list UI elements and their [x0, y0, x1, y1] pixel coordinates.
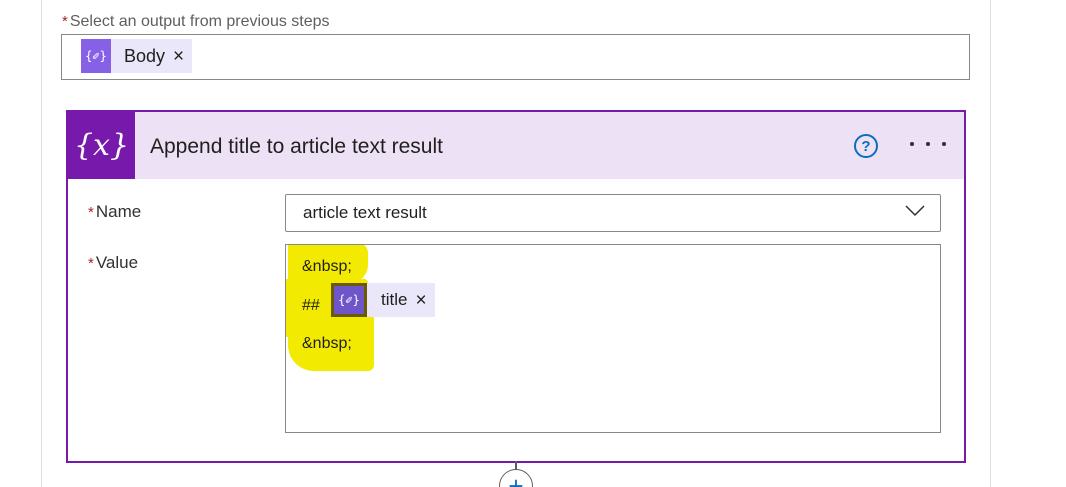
- help-icon[interactable]: ?: [854, 134, 878, 158]
- body-token[interactable]: {✐} Body ×: [81, 39, 193, 73]
- select-output-label-text: Select an output from previous steps: [69, 13, 330, 30]
- select-output-label: * Select an output from previous steps: [62, 13, 330, 31]
- value-label-text: Value: [95, 253, 139, 272]
- required-marker: *: [88, 204, 94, 221]
- select-output-field[interactable]: {✐} Body ×: [61, 34, 970, 80]
- chevron-down-icon: [905, 205, 925, 217]
- flow-designer-canvas: * Select an output from previous steps {✐…: [0, 0, 1066, 487]
- expression-icon: {✐}: [81, 39, 111, 73]
- ellipsis-dot: [910, 142, 914, 146]
- value-line-heading-marker: ##: [302, 297, 320, 314]
- ellipsis-dot: [942, 142, 946, 146]
- body-token-label: Body: [124, 45, 166, 66]
- append-variable-action-card: {x} Append title to article text result …: [66, 110, 966, 463]
- ellipsis-icon[interactable]: [910, 134, 946, 154]
- title-token[interactable]: {✐} title ×: [331, 283, 435, 317]
- name-label-text: Name: [95, 202, 142, 221]
- action-card-header[interactable]: {x} Append title to article text result …: [68, 112, 964, 179]
- name-dropdown[interactable]: article text result: [285, 194, 941, 232]
- ellipsis-dot: [926, 142, 930, 146]
- required-marker: *: [88, 255, 94, 272]
- expression-icon: {✐}: [331, 283, 367, 317]
- remove-token-icon[interactable]: ×: [415, 291, 426, 310]
- name-dropdown-value: article text result: [303, 203, 427, 222]
- action-card-title[interactable]: Append title to article text result: [150, 135, 443, 159]
- value-editor[interactable]: &nbsp; ## {✐} title × &nbsp;: [285, 244, 941, 433]
- required-marker: *: [62, 13, 68, 30]
- remove-token-icon[interactable]: ×: [173, 47, 184, 66]
- value-line-nbsp: &nbsp;: [302, 258, 352, 275]
- variable-icon: {x}: [68, 112, 135, 179]
- title-token-label: title: [381, 290, 408, 309]
- name-field-label: * Name: [88, 202, 141, 222]
- value-line-nbsp: &nbsp;: [302, 335, 352, 352]
- value-field-label: * Value: [88, 253, 138, 273]
